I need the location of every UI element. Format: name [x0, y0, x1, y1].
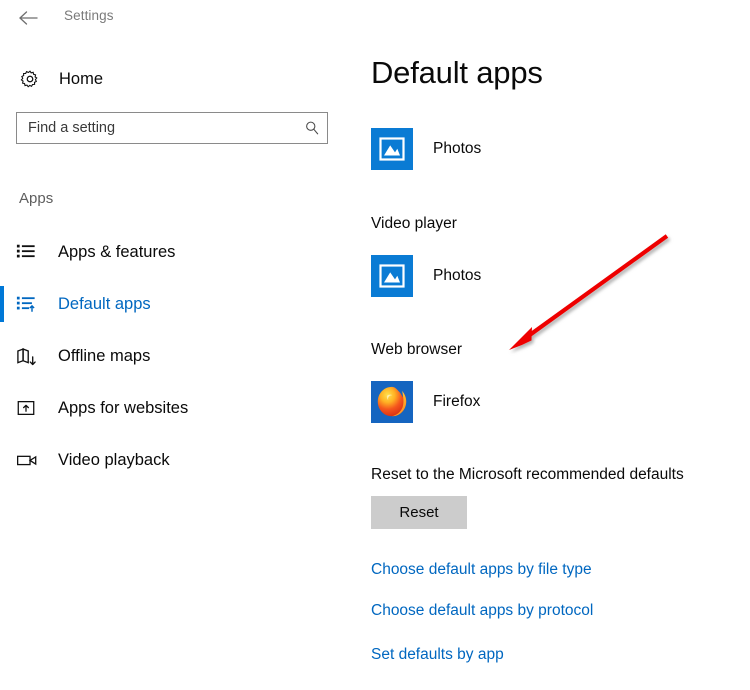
sidebar-item-home[interactable]: Home — [0, 62, 340, 96]
sidebar-item-home-label: Home — [59, 69, 104, 88]
sidebar-item-video-playback-label: Video playback — [58, 450, 170, 469]
default-app-name: Photos — [433, 140, 482, 157]
link-choose-default-apps-by-protocol[interactable]: Choose default apps by protocol — [371, 602, 593, 620]
link-choose-default-apps-by-file-type[interactable]: Choose default apps by file type — [371, 561, 592, 579]
photos-icon — [371, 255, 413, 297]
settings-sidebar: Home Apps Apps & features — [0, 44, 352, 690]
sidebar-nav-list: Apps & features Default apps Offline map… — [0, 226, 352, 486]
default-app-name: Firefox — [433, 393, 481, 410]
reset-caption: Reset to the Microsoft recommended defau… — [371, 466, 684, 483]
category-label-video-player: Video player — [371, 215, 457, 232]
sidebar-item-apps-features[interactable]: Apps & features — [0, 226, 352, 278]
sidebar-item-default-apps[interactable]: Default apps — [0, 278, 352, 330]
window-title: Settings — [64, 8, 114, 23]
photos-icon — [371, 128, 413, 170]
sidebar-item-apps-for-websites[interactable]: Apps for websites — [0, 382, 352, 434]
back-arrow-icon — [17, 9, 39, 27]
list-icon — [16, 242, 46, 262]
video-camera-icon — [16, 450, 46, 470]
map-download-icon — [16, 346, 46, 367]
default-app-name: Photos — [433, 267, 482, 284]
sidebar-item-offline-maps[interactable]: Offline maps — [0, 330, 352, 382]
sidebar-item-video-playback[interactable]: Video playback — [0, 434, 352, 486]
window-link-icon — [16, 398, 46, 418]
back-button[interactable] — [14, 5, 42, 31]
sidebar-group-title: Apps — [19, 190, 54, 207]
search-icon[interactable] — [297, 120, 327, 136]
default-app-row-web-browser[interactable]: Firefox — [371, 381, 480, 423]
sidebar-item-offline-maps-label: Offline maps — [58, 346, 151, 365]
default-app-row-photos-1[interactable]: Photos — [371, 128, 481, 170]
category-label-web-browser: Web browser — [371, 341, 463, 358]
default-app-row-video-player[interactable]: Photos — [371, 255, 481, 297]
search-box[interactable] — [16, 112, 328, 144]
list-arrow-icon — [16, 294, 46, 314]
sidebar-item-apps-for-websites-label: Apps for websites — [58, 398, 189, 417]
firefox-icon — [371, 381, 413, 423]
link-set-defaults-by-app[interactable]: Set defaults by app — [371, 646, 504, 664]
sidebar-item-apps-features-label: Apps & features — [58, 242, 176, 261]
search-input[interactable] — [17, 113, 297, 143]
gear-icon — [10, 69, 50, 89]
page-title: Default apps — [371, 55, 543, 90]
sidebar-item-default-apps-label: Default apps — [58, 294, 151, 313]
reset-button[interactable]: Reset — [371, 496, 467, 529]
main-content: Default apps Photos Video player Photos … — [371, 0, 750, 690]
